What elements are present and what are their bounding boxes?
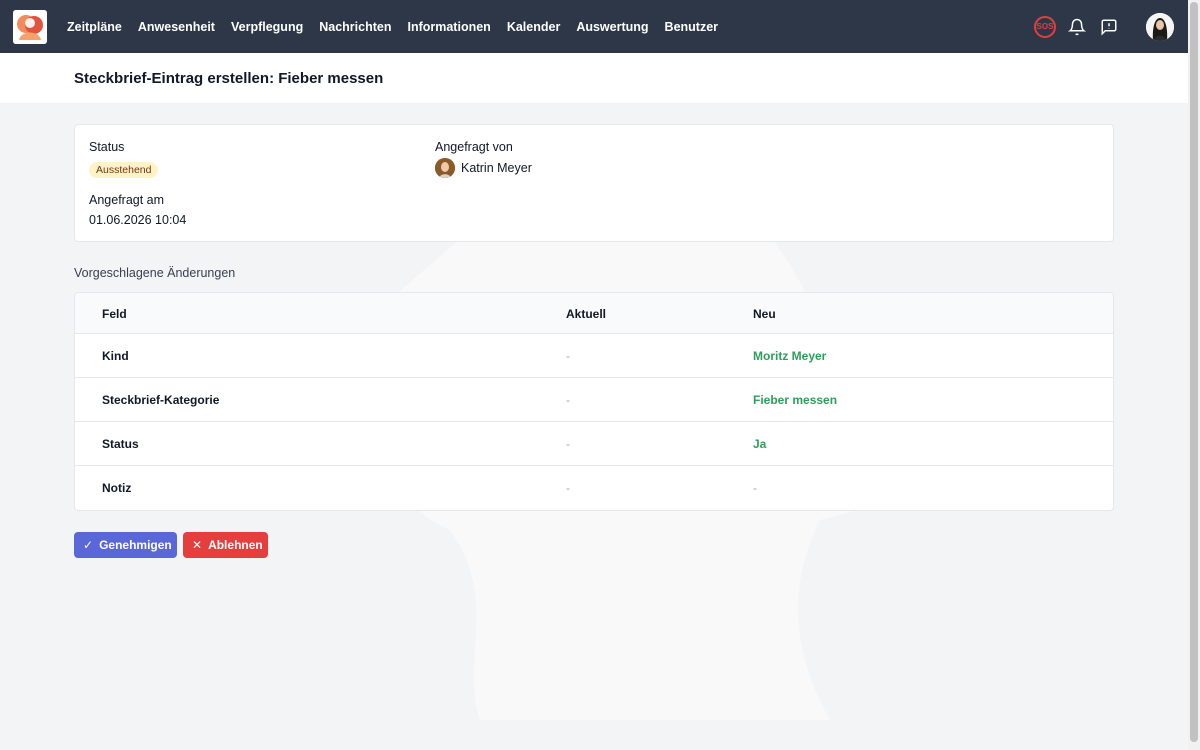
column-feld: Feld bbox=[102, 307, 127, 321]
nav-kalender[interactable]: Kalender bbox=[499, 20, 569, 34]
page-title: Steckbrief-Eintrag erstellen: Fieber mes… bbox=[74, 70, 384, 87]
requested-at-label: Angefragt am bbox=[89, 193, 165, 207]
bell-icon[interactable] bbox=[1066, 16, 1088, 38]
check-icon: ✓ bbox=[83, 538, 94, 552]
nav-benutzer[interactable]: Benutzer bbox=[657, 20, 726, 34]
row-current: - bbox=[566, 349, 570, 363]
main-nav: Zeitpläne Anwesenheit Verpflegung Nachri… bbox=[59, 0, 726, 53]
scroll-thumb[interactable] bbox=[1190, 2, 1198, 742]
row-field: Status bbox=[102, 437, 139, 451]
requester-avatar bbox=[435, 158, 455, 178]
changes-heading: Vorgeschlagene Änderungen bbox=[74, 266, 236, 280]
approve-label: Genehmigen bbox=[99, 538, 172, 552]
table-row: Kind - Moritz Meyer bbox=[75, 334, 1113, 378]
row-field: Notiz bbox=[102, 481, 132, 495]
status-label: Status bbox=[89, 140, 125, 154]
row-current: - bbox=[566, 393, 570, 407]
page-scrollbar[interactable] bbox=[1188, 0, 1200, 750]
table-row: Notiz - - bbox=[75, 466, 1113, 510]
nav-zeitplaene[interactable]: Zeitpläne bbox=[59, 20, 130, 34]
row-field: Kind bbox=[102, 349, 129, 363]
nav-informationen[interactable]: Informationen bbox=[399, 20, 498, 34]
chat-icon[interactable] bbox=[1098, 16, 1120, 38]
row-field: Steckbrief-Kategorie bbox=[102, 393, 220, 407]
nav-nachrichten[interactable]: Nachrichten bbox=[311, 20, 399, 34]
status-badge: Ausstehend bbox=[89, 162, 159, 178]
nav-actions: SOS bbox=[1034, 0, 1174, 53]
column-aktuell: Aktuell bbox=[566, 307, 607, 321]
page-header: Steckbrief-Eintrag erstellen: Fieber mes… bbox=[0, 53, 1188, 103]
sos-icon[interactable]: SOS bbox=[1034, 15, 1056, 38]
column-neu: Neu bbox=[753, 307, 776, 321]
requested-by-value: Katrin Meyer bbox=[461, 161, 532, 175]
table-row: Status - Ja bbox=[75, 422, 1113, 466]
app-logo-icon bbox=[13, 10, 47, 44]
close-icon: ✕ bbox=[192, 538, 203, 552]
row-new: - bbox=[753, 481, 757, 495]
nav-verpflegung[interactable]: Verpflegung bbox=[223, 20, 311, 34]
request-info-card: Status Ausstehend Angefragt am 01.06.202… bbox=[74, 124, 1114, 242]
row-new: Fieber messen bbox=[753, 393, 838, 407]
row-new: Ja bbox=[753, 437, 767, 451]
nav-auswertung[interactable]: Auswertung bbox=[568, 20, 656, 34]
nav-anwesenheit[interactable]: Anwesenheit bbox=[130, 20, 223, 34]
requested-by-label: Angefragt von bbox=[435, 140, 513, 154]
table-row: Steckbrief-Kategorie - Fieber messen bbox=[75, 378, 1113, 422]
top-navigation: Zeitpläne Anwesenheit Verpflegung Nachri… bbox=[0, 0, 1188, 53]
row-current: - bbox=[566, 437, 570, 451]
app-logo[interactable] bbox=[13, 10, 47, 44]
approve-button[interactable]: ✓ Genehmigen bbox=[74, 532, 177, 558]
row-current: - bbox=[566, 481, 570, 495]
reject-label: Ablehnen bbox=[208, 538, 263, 552]
reject-button[interactable]: ✕ Ablehnen bbox=[183, 532, 268, 558]
changes-table: Feld Aktuell Neu Kind - Moritz Meyer Ste… bbox=[74, 292, 1114, 511]
table-header: Feld Aktuell Neu bbox=[75, 293, 1113, 334]
user-avatar[interactable] bbox=[1146, 12, 1174, 41]
row-new: Moritz Meyer bbox=[753, 349, 827, 363]
requested-at-value: 01.06.2026 10:04 bbox=[89, 213, 187, 227]
